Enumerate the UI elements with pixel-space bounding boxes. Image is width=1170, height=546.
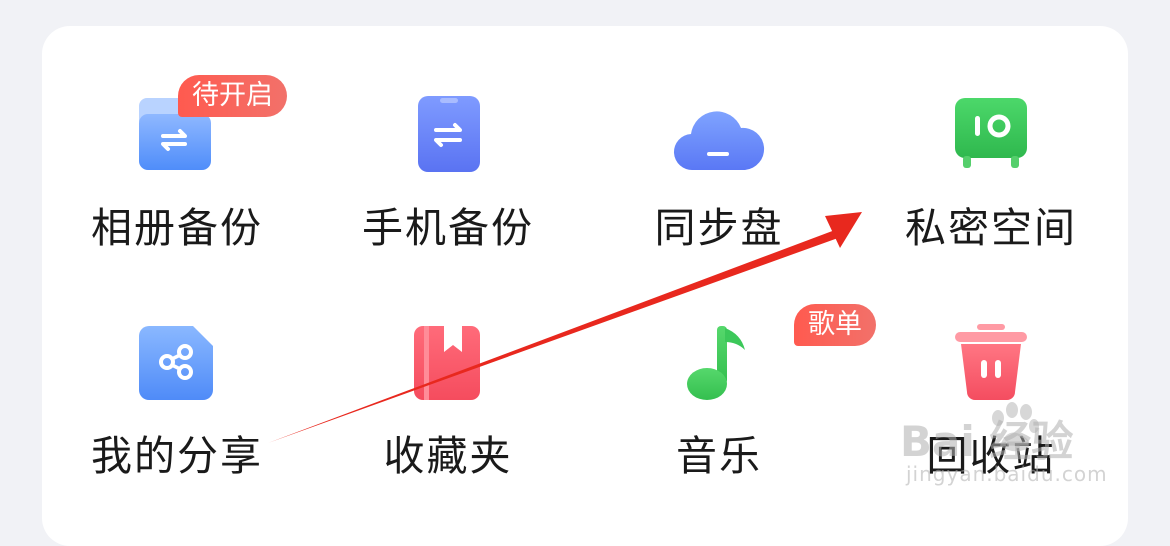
tile-label: 同步盘 (654, 204, 784, 252)
pending-badge: 待开启 (178, 75, 287, 117)
tile-label: 相册备份 (91, 204, 263, 252)
tile-sync-disk[interactable]: 同步盘 (584, 26, 854, 252)
bookmark-icon (408, 324, 488, 404)
tile-private-space[interactable]: 私密空间 (856, 26, 1126, 252)
tile-label: 我的分享 (91, 432, 263, 480)
tile-favorites[interactable]: 收藏夹 (313, 254, 583, 480)
tile-label: 回收站 (926, 432, 1056, 480)
tile-my-share[interactable]: 我的分享 (42, 254, 312, 480)
tile-phone-backup[interactable]: 手机备份 (313, 26, 583, 252)
tile-album-backup[interactable]: 待开启 相册备份 (42, 26, 312, 252)
trash-icon (951, 324, 1031, 404)
phone-backup-icon (408, 96, 488, 176)
share-icon (137, 324, 217, 404)
safe-icon (951, 96, 1031, 176)
tile-label: 收藏夹 (383, 432, 513, 480)
tile-recycle-bin[interactable]: 回收站 (856, 254, 1126, 480)
tile-label: 手机备份 (362, 204, 534, 252)
music-note-icon (679, 324, 759, 404)
tile-label: 音乐 (676, 432, 762, 480)
tile-music[interactable]: 歌单 音乐 (584, 254, 876, 480)
tile-label: 私密空间 (905, 204, 1077, 252)
feature-grid: 待开启 相册备份 手机备份 同步盘 私密空间 我的分享 收藏夹 歌单 音乐 回收… (42, 26, 1128, 516)
cloud-sync-icon (673, 96, 765, 176)
